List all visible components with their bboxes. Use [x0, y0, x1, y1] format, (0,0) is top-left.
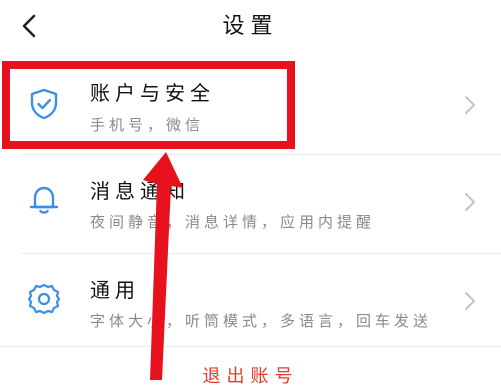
- logout-button[interactable]: 退出账号: [0, 362, 501, 388]
- chevron-right-icon: [465, 193, 475, 211]
- header-bar: 设置: [0, 0, 501, 52]
- divider: [0, 346, 501, 347]
- annotation-highlight-box: [2, 61, 295, 149]
- settings-item-subtitle: 字体大小，听筒模式，多语言，回车发送: [90, 312, 433, 330]
- bell-icon: [29, 186, 59, 214]
- settings-item-notifications[interactable]: 消息通知 夜间静音，消息详情，应用内提醒: [0, 155, 501, 253]
- page-title: 设置: [222, 14, 279, 39]
- settings-item-subtitle: 夜间静音，消息详情，应用内提醒: [90, 213, 376, 231]
- settings-item-label: 消息通知: [90, 179, 190, 203]
- gear-icon: [27, 283, 61, 315]
- settings-item-general[interactable]: 通用 字体大小，听筒模式，多语言，回车发送: [0, 254, 501, 346]
- settings-item-label: 通用: [90, 278, 140, 302]
- chevron-right-icon: [465, 292, 475, 310]
- chevron-right-icon: [465, 96, 475, 114]
